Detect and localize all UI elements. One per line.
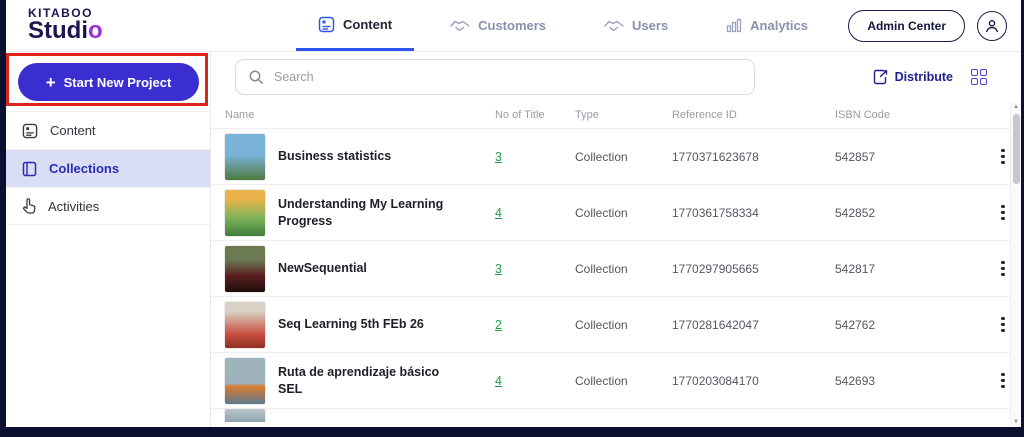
sidebar-item-label: Collections	[49, 161, 120, 176]
sidebar-item-collections[interactable]: Collections	[6, 149, 210, 187]
book-thumbnail	[225, 301, 265, 348]
table-row[interactable]: Understanding My Learning Progress 4 Col…	[211, 185, 1021, 241]
type-cell: Collection	[575, 317, 628, 332]
table-row[interactable]: Seq Learning 5th FEb 26 2 Collection 177…	[211, 297, 1021, 353]
handshake-icon	[450, 20, 470, 31]
start-new-project-label: Start New Project	[63, 74, 172, 90]
column-isbn-code: ISBN Code	[835, 109, 891, 121]
scroll-down-arrow[interactable]: ▼	[1013, 417, 1019, 427]
table-row-partial	[211, 409, 1021, 422]
logo-studio-text: Studio	[28, 17, 103, 44]
search-bar	[235, 59, 755, 95]
content-icon	[22, 123, 38, 138]
distribute-icon	[873, 69, 887, 85]
no-of-title-link[interactable]: 3	[495, 262, 502, 276]
distribute-label: Distribute	[894, 70, 953, 84]
sidebar-item-label: Content	[50, 123, 96, 138]
app-window: KITABOO Studio Content Customers Users A…	[0, 0, 1024, 437]
main-nav: Content Customers Users Analytics	[296, 0, 830, 51]
type-cell: Collection	[575, 261, 628, 276]
sidebar-item-activities[interactable]: Activities	[6, 187, 210, 225]
scroll-up-arrow[interactable]: ▲	[1013, 102, 1019, 112]
collection-name: Business statistics	[278, 149, 392, 164]
column-type: Type	[575, 109, 599, 121]
column-reference-id: Reference ID	[672, 109, 737, 121]
reference-id-cell: 1770297905665	[672, 261, 759, 276]
sidebar-item-label: Activities	[48, 198, 100, 214]
collection-name: Ruta de aprendizaje básico SEL	[278, 364, 440, 396]
tab-label: Users	[632, 18, 669, 33]
analytics-icon	[727, 18, 742, 33]
table-row[interactable]: NewSequential 3 Collection 1770297905665…	[211, 241, 1021, 297]
handshake-icon	[604, 20, 624, 31]
kitaboo-logo: KITABOO Studio	[6, 0, 211, 51]
column-no-of-title: No of Title	[495, 109, 545, 121]
no-of-title-link[interactable]: 4	[495, 374, 502, 388]
admin-center-button[interactable]: Admin Center	[848, 9, 965, 42]
plus-icon: +	[45, 72, 56, 92]
isbn-cell: 542762	[835, 317, 876, 332]
isbn-cell: 542852	[835, 205, 876, 220]
person-icon	[986, 19, 998, 32]
tab-customers[interactable]: Customers	[428, 0, 568, 51]
tab-label: Content	[343, 16, 393, 32]
book-thumbnail	[225, 133, 265, 180]
isbn-cell: 542693	[835, 373, 876, 388]
no-of-title-link[interactable]: 4	[495, 206, 502, 220]
tab-users[interactable]: Users	[582, 0, 690, 51]
tab-label: Customers	[478, 18, 547, 33]
reference-id-cell: 1770361758334	[672, 205, 759, 220]
table-row[interactable]: Business statistics 3 Collection 1770371…	[211, 129, 1021, 185]
sidebar: + Start New Project Content Collections …	[6, 52, 211, 427]
book-thumbnail	[225, 189, 265, 236]
table-header: Name No of Title Type Reference ID ISBN …	[211, 102, 1021, 128]
isbn-cell: 542857	[835, 149, 876, 164]
no-of-title-link[interactable]: 3	[495, 150, 502, 164]
start-new-project-button[interactable]: + Start New Project	[18, 63, 199, 101]
search-icon	[249, 70, 263, 84]
column-name: Name	[225, 109, 255, 121]
type-cell: Collection	[575, 373, 628, 388]
hand-pointer-icon	[23, 198, 36, 214]
reference-id-cell: 1770203084170	[672, 373, 759, 388]
reference-id-cell: 1770371623678	[672, 149, 759, 164]
collection-name: NewSequential	[278, 261, 367, 276]
sidebar-item-content[interactable]: Content	[6, 111, 210, 149]
collections-icon	[22, 161, 37, 176]
tab-analytics[interactable]: Analytics	[704, 0, 830, 51]
no-of-title-link[interactable]: 2	[495, 318, 502, 332]
distribute-button[interactable]: Distribute	[873, 69, 953, 85]
collection-name: Seq Learning 5th FEb 26	[278, 317, 424, 332]
profile-button[interactable]	[977, 10, 1007, 41]
book-thumbnail	[225, 245, 265, 292]
reference-id-cell: 1770281642047	[672, 317, 759, 332]
collection-name: Understanding My Learning Progress	[278, 196, 444, 228]
scrollbar-thumb[interactable]	[1013, 114, 1020, 184]
content-icon	[318, 16, 335, 32]
grid-view-icon[interactable]	[971, 69, 987, 85]
search-input[interactable]	[274, 70, 742, 84]
content-area: Distribute Name No of Title Type Referen…	[211, 52, 1021, 427]
top-header: KITABOO Studio Content Customers Users A…	[6, 0, 1021, 52]
book-thumbnail	[225, 409, 265, 422]
table-row[interactable]: Ruta de aprendizaje básico SEL 4 Collect…	[211, 353, 1021, 409]
isbn-cell: 542817	[835, 261, 876, 276]
collection-list: Business statistics 3 Collection 1770371…	[211, 128, 1021, 427]
vertical-scrollbar[interactable]: ▲ ▼	[1010, 102, 1021, 427]
type-cell: Collection	[575, 149, 628, 164]
book-thumbnail	[225, 357, 265, 404]
tab-content[interactable]: Content	[296, 0, 415, 51]
tab-label: Analytics	[750, 18, 808, 33]
type-cell: Collection	[575, 205, 628, 220]
